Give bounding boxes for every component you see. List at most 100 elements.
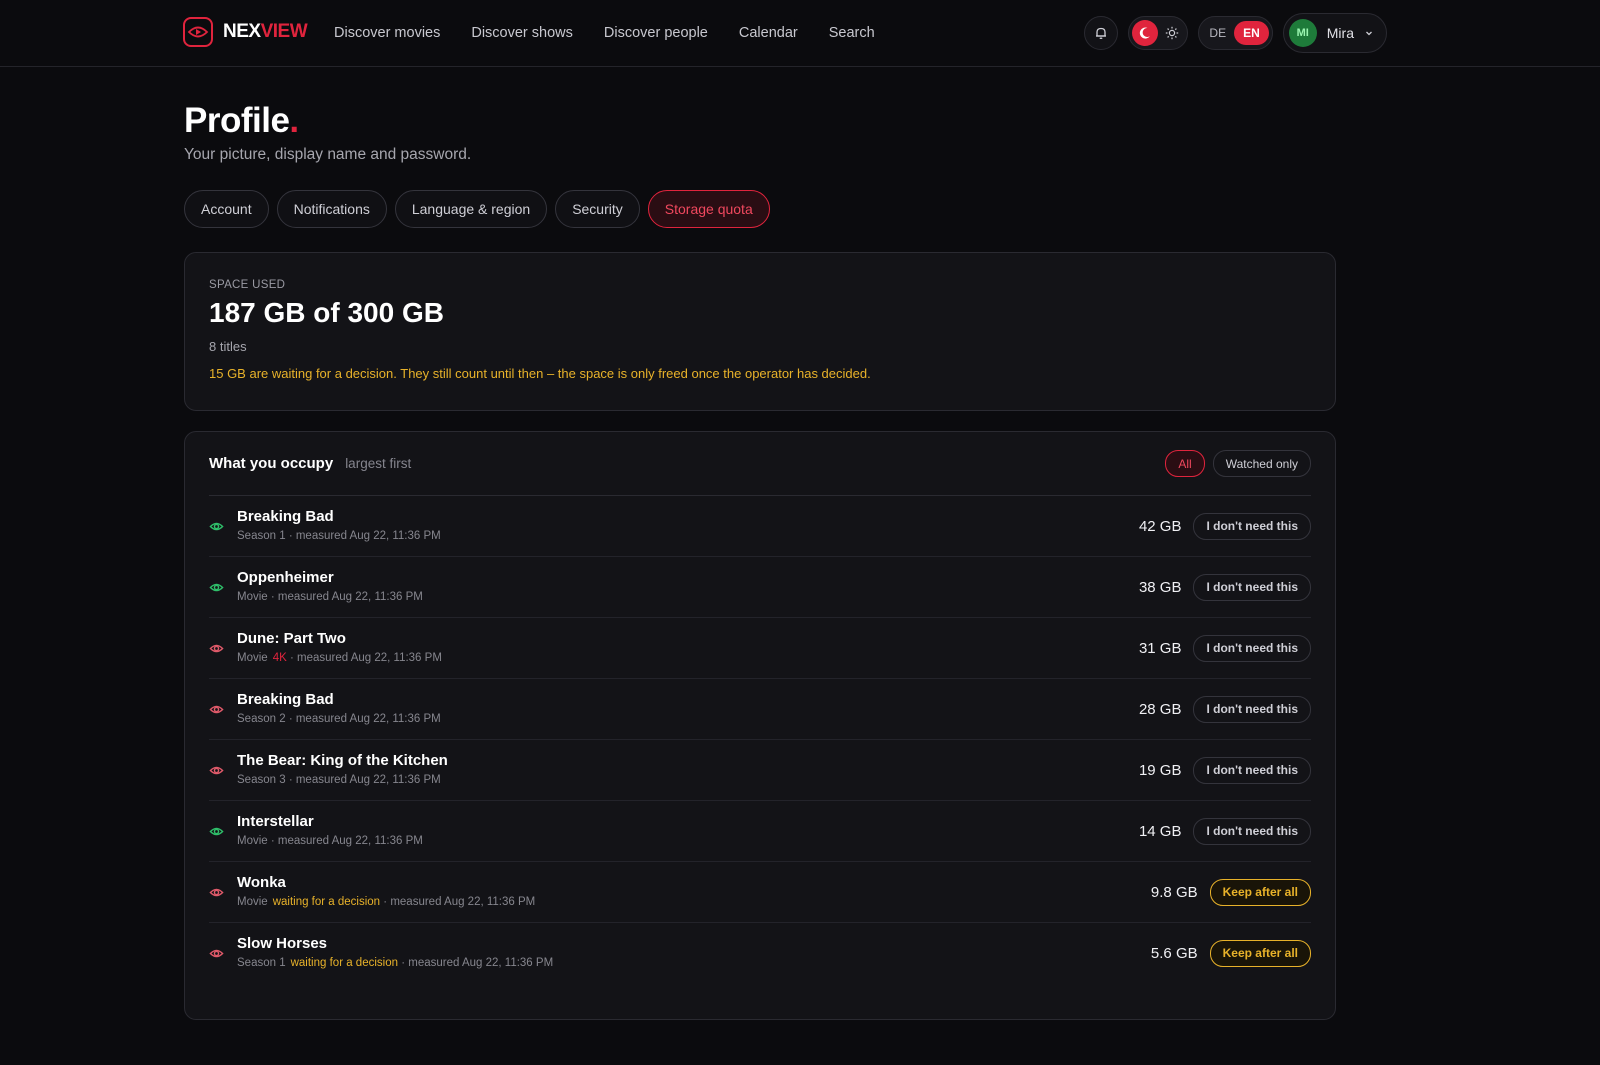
dont-need-button[interactable]: I don't need this bbox=[1193, 756, 1311, 784]
occupied-header: What you occupy largest first All Watche… bbox=[209, 432, 1311, 496]
item-size: 38 GB bbox=[1138, 578, 1182, 596]
item-kind: Movie bbox=[237, 835, 268, 847]
bell-icon bbox=[1096, 27, 1107, 39]
tab-security[interactable]: Security bbox=[555, 190, 640, 228]
nav-search[interactable]: Search bbox=[829, 22, 875, 44]
item-kind: Season 2 bbox=[237, 713, 286, 725]
eye-icon bbox=[209, 640, 225, 656]
eye-icon bbox=[209, 762, 225, 778]
item-measured: · measured Aug 22, 11:36 PM bbox=[270, 591, 423, 603]
list-item: Dune: Part Two Movie 4K · measured Aug 22,… bbox=[209, 618, 1311, 679]
item-text: Dune: Part Two Movie 4K · measured Aug 22,… bbox=[237, 629, 442, 667]
item-text: Slow Horses Season 1 waiting for a decisio… bbox=[237, 934, 553, 972]
notifications-button[interactable] bbox=[1084, 16, 1119, 50]
dont-need-button[interactable]: I don't need this bbox=[1193, 512, 1311, 540]
eye-icon bbox=[209, 518, 225, 534]
pending-decision-note: 15 GB are waiting for a decision. They s… bbox=[209, 366, 871, 381]
dont-need-button[interactable]: I don't need this bbox=[1193, 695, 1311, 723]
brand-name: NEXVIEW bbox=[223, 21, 308, 42]
item-measured: · measured Aug 22, 11:36 PM bbox=[288, 530, 441, 542]
item-title: Wonka bbox=[237, 874, 286, 891]
user-name: Mira bbox=[1326, 25, 1354, 41]
chevron-down-icon bbox=[1366, 31, 1372, 36]
keep-after-all-button[interactable]: Keep after all bbox=[1209, 939, 1311, 967]
language-toggle: DE EN bbox=[1198, 16, 1273, 50]
filter-all[interactable]: All bbox=[1165, 450, 1205, 477]
tab-account[interactable]: Account bbox=[184, 190, 269, 228]
list-item: Breaking Bad Season 2 · measured Aug 22, … bbox=[209, 679, 1311, 740]
top-navigation-bar: NEXVIEW Discover movies Discover shows D… bbox=[0, 0, 1600, 67]
keep-after-all-button[interactable]: Keep after all bbox=[1209, 878, 1311, 906]
dont-need-button[interactable]: I don't need this bbox=[1193, 817, 1311, 845]
item-meta: Movie 4K · measured Aug 22, 11:36 PM bbox=[237, 649, 442, 667]
item-measured: · measured Aug 22, 11:36 PM bbox=[401, 957, 554, 969]
item-measured: · measured Aug 22, 11:36 PM bbox=[289, 652, 442, 664]
eye-icon bbox=[209, 823, 225, 839]
item-meta: Movie waiting for a decision · measured A… bbox=[237, 893, 535, 911]
item-text: Interstellar Movie · measured Aug 22, 11:… bbox=[237, 812, 423, 850]
item-size: 28 GB bbox=[1138, 700, 1182, 718]
lang-en-option[interactable]: EN bbox=[1234, 21, 1269, 45]
item-size: 31 GB bbox=[1138, 639, 1182, 657]
item-meta: Season 1 waiting for a decision · measure… bbox=[237, 954, 553, 972]
item-meta: Season 3 · measured Aug 22, 11:36 PM bbox=[237, 771, 448, 789]
item-text: Wonka Movie waiting for a decision · measu… bbox=[237, 873, 535, 911]
sun-icon bbox=[1165, 26, 1179, 40]
item-measured: · measured Aug 22, 11:36 PM bbox=[270, 835, 423, 847]
nav-discover-shows[interactable]: Discover shows bbox=[471, 22, 573, 44]
list-item: Wonka Movie waiting for a decision · measu… bbox=[209, 862, 1311, 923]
user-menu-button[interactable]: MI Mira bbox=[1282, 13, 1387, 53]
occupied-titles-card: What you occupy largest first All Watche… bbox=[184, 431, 1336, 1020]
nav-discover-people[interactable]: Discover people bbox=[604, 22, 708, 44]
occupied-sort-hint: largest first bbox=[345, 456, 412, 471]
item-title: The Bear: King of the Kitchen bbox=[237, 752, 448, 769]
item-kind: Season 1 bbox=[237, 957, 286, 969]
theme-toggle[interactable] bbox=[1128, 16, 1189, 50]
lang-de-option[interactable]: DE bbox=[1209, 26, 1226, 40]
nav-discover-movies[interactable]: Discover movies bbox=[334, 22, 440, 44]
play-eye-logo-icon bbox=[183, 17, 213, 47]
occupied-filters: All Watched only bbox=[1165, 450, 1311, 477]
filter-watched-only[interactable]: Watched only bbox=[1212, 450, 1311, 477]
eye-icon bbox=[209, 701, 225, 717]
space-used-value: 187 GB of 300 GB bbox=[209, 297, 444, 328]
main-content: Profile. Your picture, display name and … bbox=[184, 98, 1336, 1020]
space-used-card: SPACE USED 187 GB of 300 GB 8 titles 15 … bbox=[184, 252, 1336, 411]
eye-icon bbox=[209, 579, 225, 595]
item-title: Dune: Part Two bbox=[237, 630, 346, 647]
titles-count: 8 titles bbox=[209, 339, 247, 354]
page-subtitle: Your picture, display name and password. bbox=[184, 146, 472, 163]
profile-tabs: Account Notifications Language & region … bbox=[184, 190, 1336, 228]
tab-storage-quota[interactable]: Storage quota bbox=[647, 190, 770, 228]
item-text: The Bear: King of the Kitchen Season 3 · … bbox=[237, 751, 448, 789]
avatar: MI bbox=[1288, 19, 1317, 47]
list-item: Breaking Bad Season 1 · measured Aug 22, … bbox=[209, 496, 1311, 557]
tab-language-region[interactable]: Language & region bbox=[394, 190, 548, 228]
dont-need-button[interactable]: I don't need this bbox=[1193, 573, 1311, 601]
page-title: Profile. bbox=[184, 101, 299, 140]
dont-need-button[interactable]: I don't need this bbox=[1193, 634, 1311, 662]
tab-notifications[interactable]: Notifications bbox=[276, 190, 387, 228]
eye-icon bbox=[209, 884, 225, 900]
nav-calendar[interactable]: Calendar bbox=[739, 22, 798, 44]
item-text: Breaking Bad Season 2 · measured Aug 22, … bbox=[237, 690, 441, 728]
item-quality-badge: 4K bbox=[272, 652, 287, 664]
occupied-title: What you occupy bbox=[209, 455, 334, 472]
item-text: Oppenheimer Movie · measured Aug 22, 11:3… bbox=[237, 568, 423, 606]
item-title: Interstellar bbox=[237, 813, 314, 830]
item-meta: Movie · measured Aug 22, 11:36 PM bbox=[237, 588, 423, 606]
list-item: Interstellar Movie · measured Aug 22, 11:… bbox=[209, 801, 1311, 862]
item-size: 9.8 GB bbox=[1150, 883, 1198, 901]
item-title: Oppenheimer bbox=[237, 569, 334, 586]
list-item: The Bear: King of the Kitchen Season 3 · … bbox=[209, 740, 1311, 801]
item-title: Slow Horses bbox=[237, 935, 328, 952]
item-kind: Movie bbox=[237, 591, 268, 603]
item-size: 19 GB bbox=[1138, 761, 1182, 779]
space-used-label: SPACE USED bbox=[209, 279, 286, 291]
item-size: 5.6 GB bbox=[1150, 944, 1198, 962]
brand-logo-link[interactable]: NEXVIEW bbox=[183, 17, 308, 47]
item-measured: · measured Aug 22, 11:36 PM bbox=[288, 774, 441, 786]
item-measured: · measured Aug 22, 11:36 PM bbox=[288, 713, 441, 725]
item-text: Breaking Bad Season 1 · measured Aug 22, … bbox=[237, 507, 441, 545]
item-size: 14 GB bbox=[1138, 822, 1182, 840]
